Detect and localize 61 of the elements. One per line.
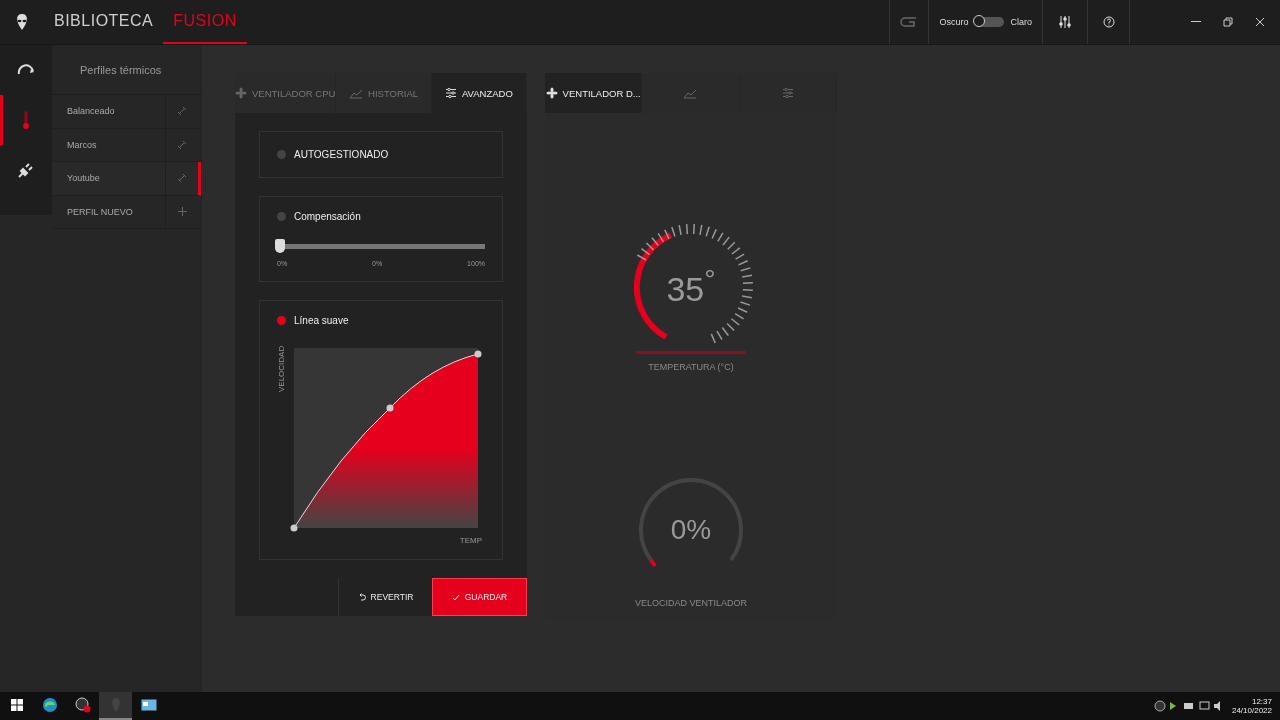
- minimize-icon[interactable]: [1191, 21, 1201, 23]
- recorder-icon[interactable]: [74, 697, 91, 713]
- profile-row[interactable]: PERFIL NUEVO: [52, 195, 201, 229]
- sliders-icon: [781, 87, 794, 99]
- area-chart-icon: [683, 87, 698, 99]
- area-chart-icon: [349, 87, 364, 99]
- mode-label: Línea suave: [294, 315, 349, 326]
- windows-start-icon[interactable]: [10, 699, 23, 711]
- gauge-label: TEMPERATURA (°C): [648, 362, 734, 372]
- tab-label: HISTORIAL: [368, 87, 419, 99]
- radio-button[interactable]: [277, 212, 286, 221]
- clock-time: 12:37: [1251, 697, 1272, 706]
- axis-label: VELOCIDAD: [277, 344, 286, 392]
- tab-label: VENTILADOR D...: [562, 87, 641, 99]
- radio-button[interactable]: [277, 150, 286, 159]
- tab-label: VENTILADOR CPU: [252, 87, 336, 99]
- check-icon: [451, 593, 460, 601]
- link-icon[interactable]: [177, 106, 187, 117]
- gauge-label: VELOCIDAD VENTILADOR: [635, 598, 747, 608]
- sliders-icon: [444, 87, 457, 99]
- theme-label: Oscuro: [939, 17, 969, 27]
- mode-label: AUTOGESTIONADO: [294, 149, 389, 160]
- profile-label: Balanceado: [66, 105, 116, 119]
- help-icon[interactable]: [1102, 16, 1115, 28]
- fan-speed-value: 0%: [670, 514, 712, 546]
- restore-icon[interactable]: [1223, 17, 1233, 27]
- profile-row[interactable]: Balanceado: [52, 95, 201, 129]
- plus-icon[interactable]: [177, 207, 187, 217]
- window-icon[interactable]: [140, 699, 157, 711]
- clock-date: 24/10/2022: [1231, 706, 1272, 715]
- theme-toggle[interactable]: [974, 17, 1005, 27]
- nav-tab[interactable]: BIBLIOTECA: [44, 0, 164, 44]
- save-button[interactable]: GUARDAR: [432, 578, 527, 616]
- fan-icon: [545, 87, 558, 99]
- speedometer-icon: [17, 64, 35, 76]
- link-icon[interactable]: [177, 139, 187, 150]
- alien-head-icon: [15, 13, 29, 31]
- tab-label: AVANZADO: [461, 87, 513, 99]
- tab[interactable]: VENTILADOR D...: [545, 73, 643, 113]
- radio-button[interactable]: [277, 316, 286, 325]
- profile-label: Marcos: [66, 138, 98, 152]
- settings-sliders-icon[interactable]: [1059, 15, 1071, 29]
- g-logo-icon[interactable]: [900, 16, 919, 28]
- link-icon[interactable]: [177, 173, 187, 184]
- profile-label: Youtube: [66, 172, 101, 186]
- mode-label: Compensación: [294, 211, 361, 222]
- slider-thumb[interactable]: [275, 239, 285, 253]
- temperature-value: 35$^{°}$: [666, 262, 716, 310]
- profile-label: PERFIL NUEVO: [66, 205, 134, 219]
- close-icon[interactable]: [1255, 17, 1265, 27]
- undo-icon: [357, 593, 366, 601]
- profile-row[interactable]: Marcos: [52, 128, 201, 162]
- theme-label: Claro: [1010, 17, 1032, 27]
- revert-button[interactable]: REVERTIR: [339, 578, 432, 616]
- tab[interactable]: AVANZADO: [431, 73, 527, 113]
- fan-icon: [235, 87, 247, 99]
- axis-label: TEMP: [459, 536, 482, 545]
- profile-row[interactable]: Youtube: [52, 162, 201, 196]
- plug-icon: [17, 161, 35, 179]
- browser-icon[interactable]: [41, 697, 58, 713]
- thermometer-icon: [22, 110, 30, 130]
